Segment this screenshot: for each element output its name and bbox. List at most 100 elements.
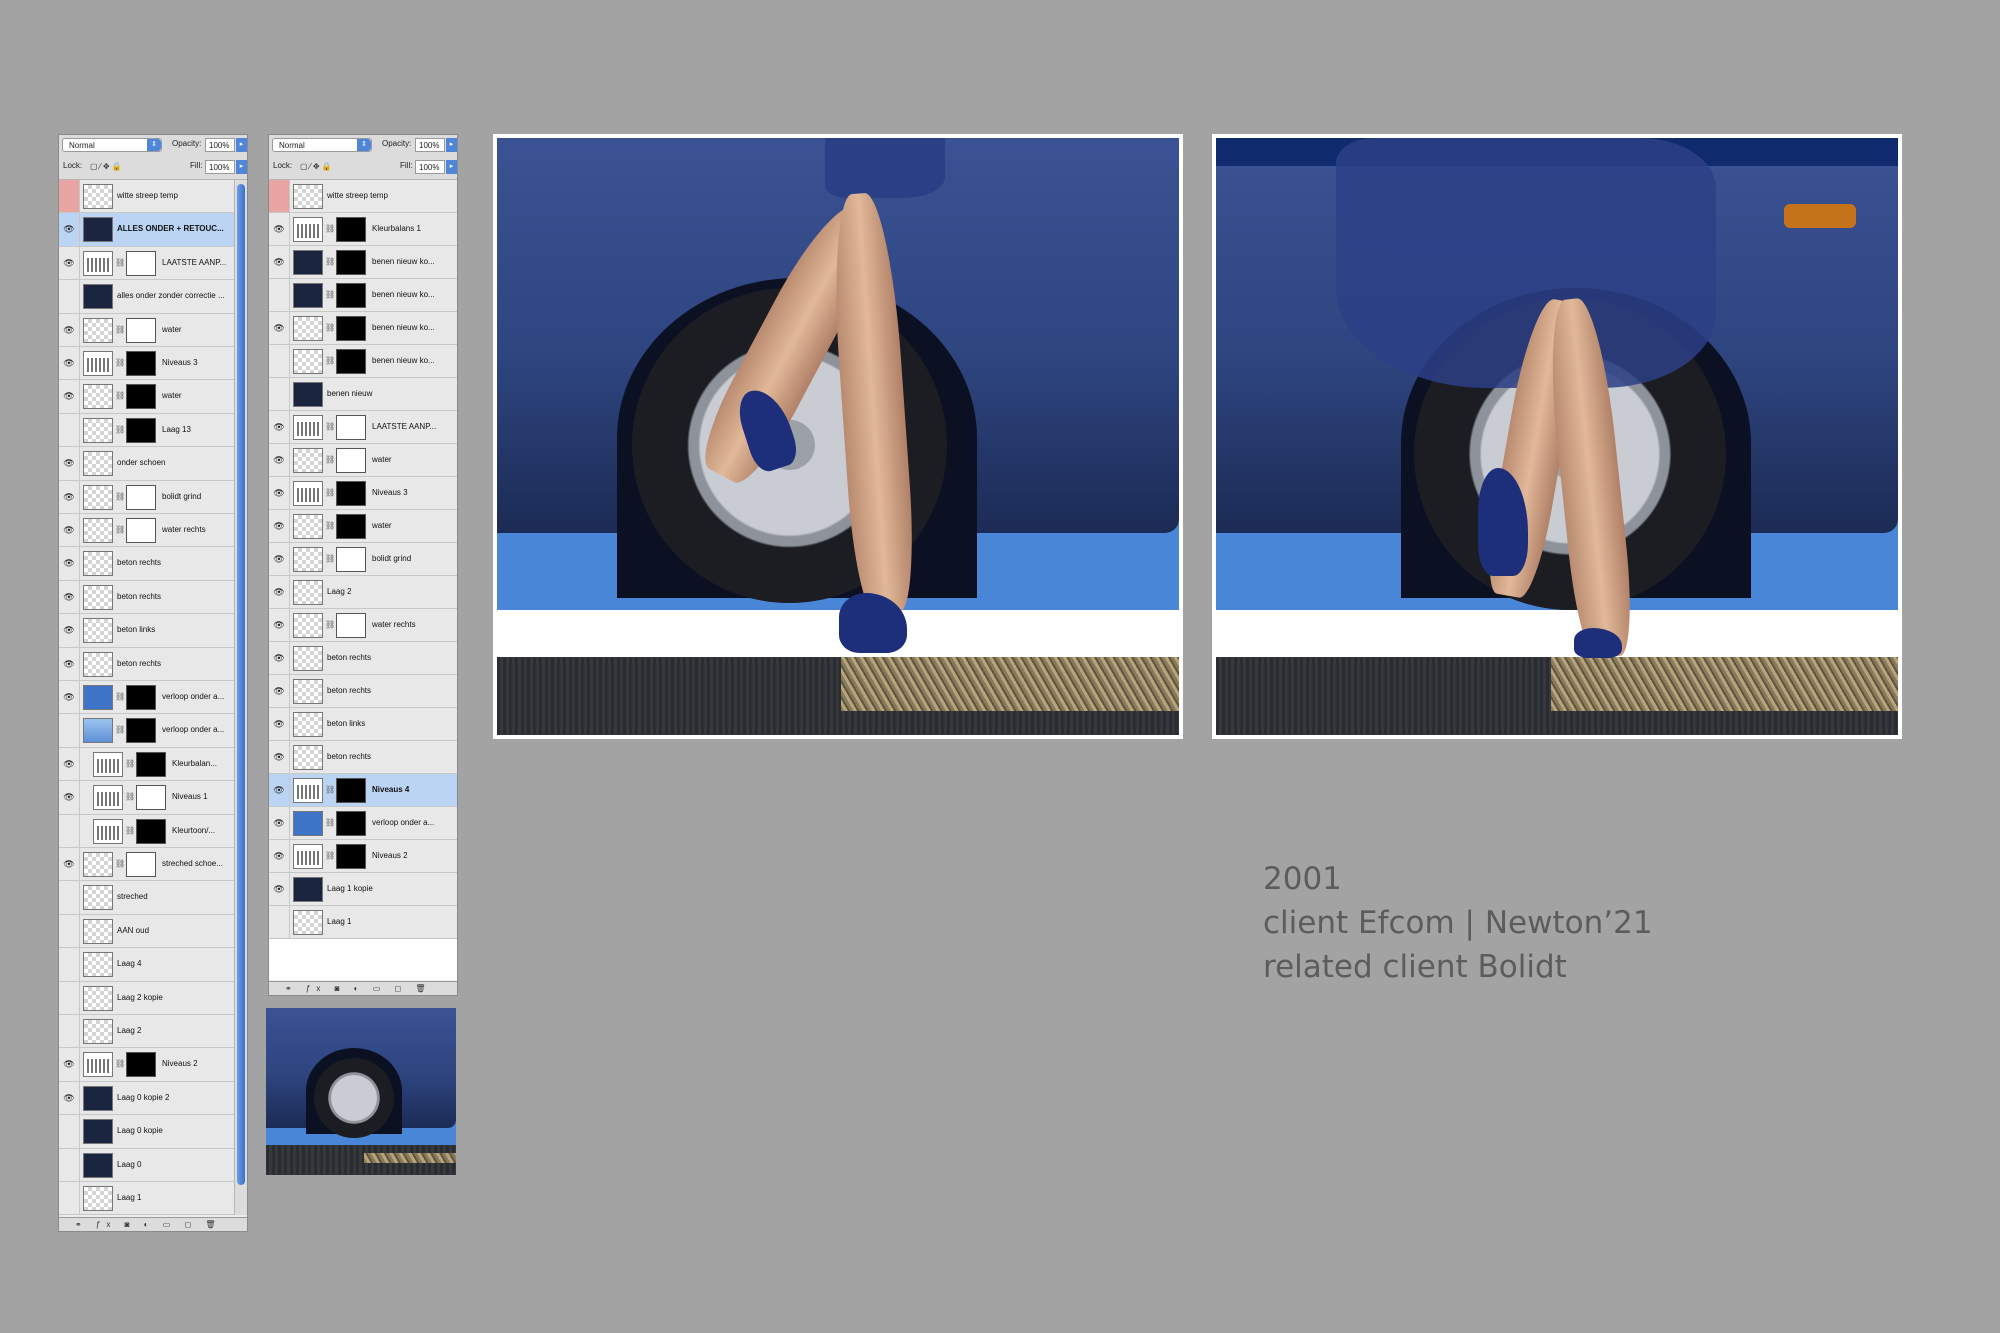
chain-link-icon[interactable]: ⛓ bbox=[325, 224, 335, 233]
opacity-field[interactable]: 100% bbox=[205, 138, 235, 152]
blend-mode-select[interactable]: Normal ⇕ bbox=[272, 138, 372, 152]
visibility-eye-icon[interactable]: 👁 bbox=[269, 774, 290, 806]
blend-mode-select[interactable]: Normal ⇕ bbox=[62, 138, 162, 152]
layer-row[interactable]: 👁 beton rechts bbox=[59, 547, 235, 581]
layer-row[interactable]: 👁 beton links bbox=[269, 708, 457, 741]
panel-footer-icons[interactable]: ⚭ ƒx ◙ ◐ ▭ ◻ 🗑 bbox=[59, 1217, 247, 1231]
layer-row[interactable]: 👁 ⛓ LAATSTE AANP... bbox=[59, 246, 235, 281]
chain-link-icon[interactable]: ⛓ bbox=[325, 785, 335, 794]
visibility-eye-icon[interactable]: 👁 bbox=[59, 547, 80, 580]
layer-row[interactable]: 👁 onder schoen bbox=[59, 447, 235, 481]
layer-row[interactable]: 👁 ⛓ water rechts bbox=[269, 609, 457, 642]
opacity-field[interactable]: 100% bbox=[415, 138, 445, 152]
layer-row[interactable]: witte streep temp bbox=[269, 180, 457, 213]
layer-row[interactable]: 👁 ⛓ Niveaus 2 bbox=[269, 840, 457, 873]
fill-arrow-icon[interactable]: ▸ bbox=[236, 160, 247, 174]
chain-link-icon[interactable]: ⛓ bbox=[115, 492, 125, 501]
layer-row[interactable]: 👁 beton rechts bbox=[269, 741, 457, 774]
visibility-eye-icon[interactable] bbox=[59, 714, 80, 747]
layer-row[interactable]: ⛓ benen nieuw ko... bbox=[269, 279, 457, 312]
visibility-eye-icon[interactable]: 👁 bbox=[269, 312, 290, 344]
layer-row[interactable]: 👁 ⛓ Niveaus 3 bbox=[269, 477, 457, 510]
visibility-eye-icon[interactable]: 👁 bbox=[269, 807, 290, 839]
layer-row[interactable]: Laag 0 kopie bbox=[59, 1115, 235, 1149]
visibility-eye-icon[interactable]: 👁 bbox=[269, 411, 290, 443]
chain-link-icon[interactable]: ⛓ bbox=[115, 425, 125, 434]
visibility-eye-icon[interactable] bbox=[269, 906, 290, 938]
layer-row[interactable]: 👁 ⛓ benen nieuw ko... bbox=[269, 312, 457, 345]
chain-link-icon[interactable]: ⛓ bbox=[115, 325, 125, 334]
visibility-eye-icon[interactable]: 👁 bbox=[59, 246, 80, 280]
chain-link-icon[interactable]: ⛓ bbox=[325, 818, 335, 827]
layer-row[interactable]: 👁 beton links bbox=[59, 614, 235, 648]
chain-link-icon[interactable]: ⛓ bbox=[115, 859, 125, 868]
layer-row[interactable]: Laag 2 bbox=[59, 1015, 235, 1049]
layer-row[interactable]: ⛓ Kleurtoon/... bbox=[59, 814, 235, 848]
layer-row[interactable]: alles onder zonder correctie ... bbox=[59, 280, 235, 314]
layer-row[interactable]: 👁 Laag 2 bbox=[269, 576, 457, 609]
chain-link-icon[interactable]: ⛓ bbox=[115, 358, 125, 367]
visibility-eye-icon[interactable]: 👁 bbox=[269, 444, 290, 476]
layer-row[interactable]: 👁 beton rechts bbox=[269, 642, 457, 675]
visibility-eye-icon[interactable]: 👁 bbox=[59, 614, 80, 647]
chain-link-icon[interactable]: ⛓ bbox=[325, 422, 335, 431]
layer-row[interactable]: witte streep temp bbox=[59, 180, 235, 214]
visibility-eye-icon[interactable] bbox=[269, 345, 290, 377]
fill-field[interactable]: 100% bbox=[415, 160, 445, 174]
visibility-eye-icon[interactable]: 👁 bbox=[59, 647, 80, 680]
chain-link-icon[interactable]: ⛓ bbox=[325, 455, 335, 464]
chain-link-icon[interactable]: ⛓ bbox=[125, 759, 135, 768]
visibility-eye-icon[interactable]: 👁 bbox=[269, 609, 290, 641]
panel-footer-icons[interactable]: ⚭ ƒx ◙ ◐ ▭ ◻ 🗑 bbox=[269, 981, 457, 995]
chain-link-icon[interactable]: ⛓ bbox=[115, 692, 125, 701]
layer-row[interactable]: 👁 ⛓ water bbox=[59, 313, 235, 347]
layer-row[interactable]: 👁 ⛓ Niveaus 3 bbox=[59, 347, 235, 381]
chain-link-icon[interactable]: ⛓ bbox=[325, 554, 335, 563]
chain-link-icon[interactable]: ⛓ bbox=[325, 290, 335, 299]
visibility-eye-icon[interactable]: 👁 bbox=[269, 213, 290, 245]
visibility-eye-icon[interactable]: 👁 bbox=[269, 576, 290, 608]
visibility-eye-icon[interactable]: 👁 bbox=[59, 380, 80, 413]
layer-row[interactable]: 👁 Laag 0 kopie 2 bbox=[59, 1081, 235, 1116]
layer-row[interactable]: 👁 beton rechts bbox=[59, 580, 235, 615]
visibility-eye-icon[interactable] bbox=[59, 948, 80, 981]
visibility-eye-icon[interactable]: 👁 bbox=[269, 708, 290, 740]
layer-row[interactable]: 👁 ⛓ water rechts bbox=[59, 514, 235, 548]
layer-row[interactable]: 👁 ⛓ water bbox=[269, 444, 457, 477]
visibility-eye-icon[interactable] bbox=[269, 279, 290, 311]
visibility-eye-icon[interactable]: 👁 bbox=[269, 642, 290, 674]
visibility-eye-icon[interactable] bbox=[59, 881, 80, 914]
layer-row[interactable]: 👁 ⛓ streched schoe... bbox=[59, 848, 235, 882]
lock-icons[interactable]: ▢⁄✥🔒 bbox=[300, 162, 334, 171]
fill-field[interactable]: 100% bbox=[205, 160, 235, 174]
layer-row[interactable]: Laag 2 kopie bbox=[59, 981, 235, 1015]
visibility-eye-icon[interactable]: 👁 bbox=[59, 681, 80, 714]
visibility-eye-icon[interactable] bbox=[59, 981, 80, 1014]
visibility-eye-icon[interactable]: 👁 bbox=[269, 246, 290, 278]
layer-row[interactable]: ⛓ benen nieuw ko... bbox=[269, 345, 457, 378]
visibility-eye-icon[interactable] bbox=[59, 280, 80, 313]
visibility-eye-icon[interactable] bbox=[59, 914, 80, 948]
lock-icons[interactable]: ▢⁄✥🔒 bbox=[90, 162, 124, 171]
visibility-eye-icon[interactable] bbox=[59, 1015, 80, 1048]
visibility-eye-icon[interactable]: 👁 bbox=[59, 781, 80, 814]
visibility-eye-icon[interactable] bbox=[59, 1182, 80, 1215]
chain-link-icon[interactable]: ⛓ bbox=[115, 725, 125, 734]
visibility-eye-icon[interactable]: 👁 bbox=[59, 747, 80, 781]
visibility-eye-icon[interactable]: 👁 bbox=[269, 873, 290, 905]
chain-link-icon[interactable]: ⛓ bbox=[325, 521, 335, 530]
visibility-eye-icon[interactable]: 👁 bbox=[59, 313, 80, 346]
chain-link-icon[interactable]: ⛓ bbox=[325, 620, 335, 629]
visibility-eye-icon[interactable]: 👁 bbox=[269, 840, 290, 872]
visibility-eye-icon[interactable]: 👁 bbox=[59, 848, 80, 881]
chain-link-icon[interactable]: ⛓ bbox=[115, 391, 125, 400]
layer-row[interactable]: 👁 ⛓ Kleurbalans 1 bbox=[269, 213, 457, 246]
layer-row[interactable]: 👁 ⛓ LAATSTE AANP... bbox=[269, 411, 457, 444]
visibility-eye-icon[interactable]: 👁 bbox=[269, 675, 290, 707]
visibility-eye-icon[interactable]: 👁 bbox=[59, 447, 80, 480]
layer-row[interactable]: Laag 0 bbox=[59, 1148, 235, 1182]
visibility-eye-icon[interactable] bbox=[269, 180, 290, 212]
visibility-eye-icon[interactable]: 👁 bbox=[59, 514, 80, 547]
chain-link-icon[interactable]: ⛓ bbox=[325, 356, 335, 365]
visibility-eye-icon[interactable] bbox=[59, 1115, 80, 1148]
